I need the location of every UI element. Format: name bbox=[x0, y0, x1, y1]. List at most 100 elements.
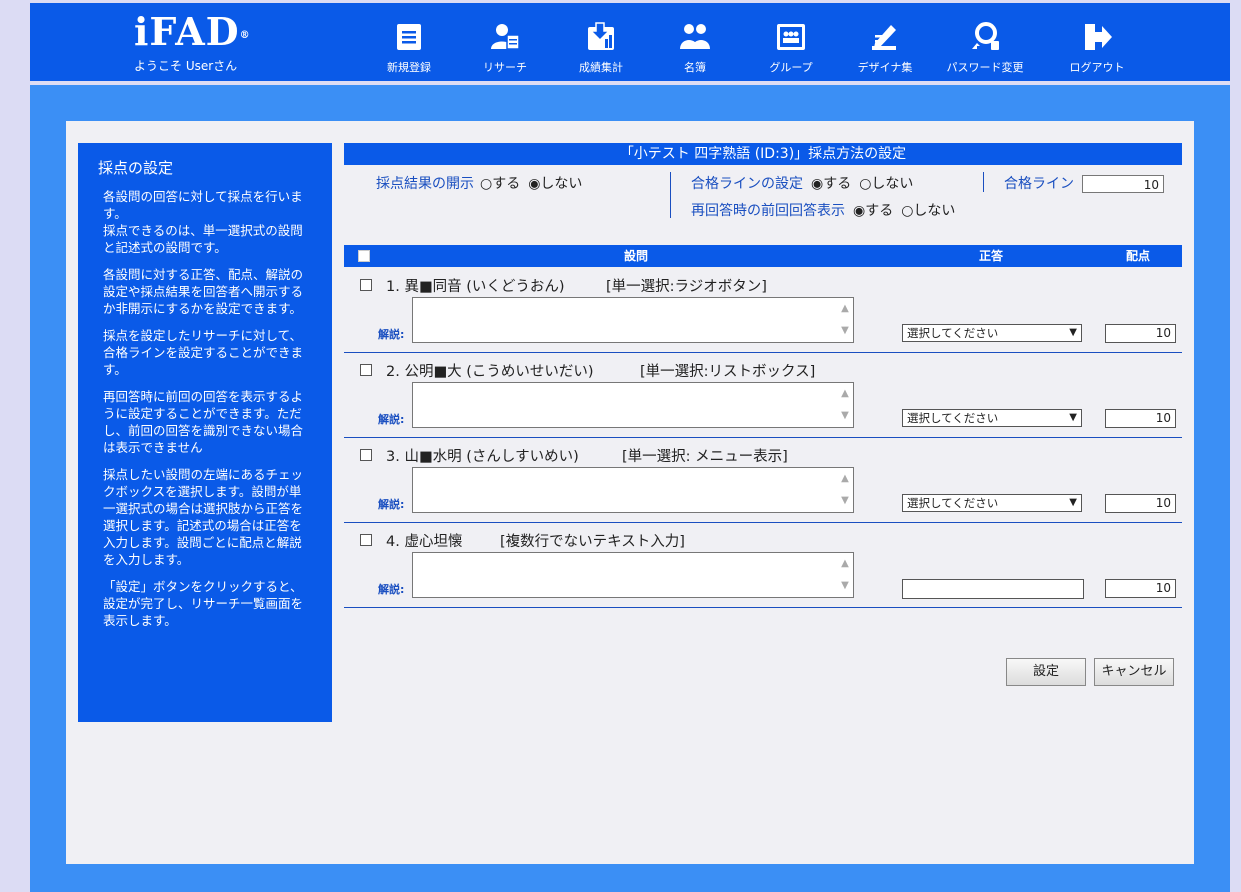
explanation-textarea[interactable]: ▲ ▼ bbox=[412, 297, 854, 343]
scrollbar[interactable]: ▲ ▼ bbox=[837, 298, 853, 342]
chevron-down-icon: ▼ bbox=[1069, 327, 1077, 338]
help-sidebar: 採点の設定 各設問の回答に対して採点を行います。 採点できるのは、単一選択式の設問… bbox=[78, 143, 332, 722]
question-table-header: 設問 正答 配点 bbox=[344, 245, 1182, 267]
nav-label: デザイナ集 bbox=[857, 61, 913, 74]
help-paragraph: 再回答時に前回の回答を表示するように設定することができます。ただし、前回の回答を… bbox=[103, 389, 304, 455]
select-all-checkbox[interactable] bbox=[358, 250, 370, 262]
nav-designer-collection[interactable]: デザイナ集 bbox=[840, 21, 930, 75]
explanation-label: 解説: bbox=[378, 583, 405, 596]
explanation-label: 解説: bbox=[378, 498, 405, 511]
disclose-yes-radio[interactable]: ○する bbox=[480, 176, 520, 192]
answer-select[interactable]: 選択してください ▼ bbox=[902, 409, 1082, 427]
nav-label: 成績集計 bbox=[579, 61, 623, 74]
nav-label: 新規登録 bbox=[387, 61, 431, 74]
cancel-button[interactable]: キャンセル bbox=[1094, 658, 1174, 686]
answer-select-value: 選択してください bbox=[907, 326, 999, 340]
passline-option: 合格ライン bbox=[1004, 173, 1074, 193]
answer-select-value: 選択してください bbox=[907, 411, 999, 425]
question-type: [単一選択: メニュー表示] bbox=[622, 449, 788, 465]
document-icon bbox=[397, 24, 421, 50]
help-paragraph: 各設問に対する正答、配点、解説の設定や採点結果を回答者へ開示するか非開示にするか… bbox=[103, 267, 304, 316]
question-row: 1. 異■同音 (いくどうおん) [単一選択:ラジオボタン] 解説: ▲ ▼ 選択… bbox=[344, 268, 1182, 353]
nav-logout[interactable]: ログアウト bbox=[1052, 21, 1142, 75]
passline-input[interactable]: 10 bbox=[1082, 175, 1164, 193]
settings-title: 「小テスト 四字熟語 (ID:3)」採点方法の設定 bbox=[344, 143, 1182, 165]
scrollbar[interactable]: ▲ ▼ bbox=[837, 468, 853, 512]
previous-yes-radio[interactable]: ◉する bbox=[853, 203, 893, 219]
disclose-option: 採点結果の開示 ○する ◉しない bbox=[376, 173, 582, 193]
divider bbox=[670, 172, 671, 218]
nav-label: ログアウト bbox=[1069, 61, 1125, 74]
score-input[interactable]: 10 bbox=[1105, 494, 1176, 513]
question-title: 3. 山■水明 (さんしすいめい) bbox=[386, 449, 579, 465]
explanation-label: 解説: bbox=[378, 413, 405, 426]
logo-text: iFAD bbox=[134, 9, 240, 54]
previous-answer-label: 再回答時の前回回答表示 bbox=[691, 203, 845, 219]
header-question: 設問 bbox=[624, 249, 649, 263]
question-checkbox[interactable] bbox=[360, 534, 372, 546]
question-type: [単一選択:ラジオボタン] bbox=[606, 279, 767, 295]
explanation-textarea[interactable]: ▲ ▼ bbox=[412, 467, 854, 513]
nav-group[interactable]: グループ bbox=[746, 21, 836, 75]
download-chart-icon bbox=[588, 22, 614, 50]
score-input[interactable]: 10 bbox=[1105, 579, 1176, 598]
answer-select[interactable]: 選択してください ▼ bbox=[902, 324, 1082, 342]
explanation-textarea[interactable]: ▲ ▼ bbox=[412, 552, 854, 598]
nav-password-change[interactable]: パスワード変更 bbox=[940, 21, 1030, 75]
nav-new-registration[interactable]: 新規登録 bbox=[364, 21, 454, 75]
question-type: [単一選択:リストボックス] bbox=[640, 364, 816, 380]
nav-label: グループ bbox=[769, 61, 813, 74]
question-row: 3. 山■水明 (さんしすいめい) [単一選択: メニュー表示] 解説: ▲ ▼ … bbox=[344, 438, 1182, 523]
answer-select[interactable]: 選択してください ▼ bbox=[902, 494, 1082, 512]
passline-setting-yes-radio[interactable]: ◉する bbox=[811, 176, 851, 192]
score-input[interactable]: 10 bbox=[1105, 409, 1176, 428]
divider bbox=[983, 172, 984, 192]
question-title: 4. 虚心坦懐 bbox=[386, 534, 463, 550]
passline-setting-option: 合格ラインの設定 ◉する ○しない bbox=[691, 173, 913, 193]
question-row: 4. 虚心坦懐 [複数行でないテキスト入力] 解説: ▲ ▼ 10 bbox=[344, 523, 1182, 608]
disclose-no-radio[interactable]: ◉しない bbox=[528, 176, 582, 192]
nav-label: パスワード変更 bbox=[946, 61, 1024, 74]
group-icon bbox=[777, 24, 805, 50]
score-input[interactable]: 10 bbox=[1105, 324, 1176, 343]
answer-text-input[interactable] bbox=[902, 579, 1084, 599]
question-checkbox[interactable] bbox=[360, 449, 372, 461]
registered-mark: ® bbox=[239, 30, 251, 41]
header-score: 配点 bbox=[1126, 249, 1151, 263]
nav-label: 名簿 bbox=[684, 61, 706, 74]
logout-icon bbox=[1085, 24, 1112, 50]
explanation-textarea[interactable]: ▲ ▼ bbox=[412, 382, 854, 428]
header-answer: 正答 bbox=[979, 249, 1004, 263]
help-paragraph: 「設定」ボタンをクリックすると、設定が完了し、リサーチ一覧画面を表示します。 bbox=[103, 579, 304, 628]
pen-icon bbox=[872, 25, 896, 50]
question-title: 2. 公明■大 (こうめいせいだい) bbox=[386, 364, 594, 380]
logo[interactable]: iFAD® ようこそ Userさん bbox=[134, 11, 254, 74]
submit-button[interactable]: 設定 bbox=[1006, 658, 1086, 686]
nav-grade-summary[interactable]: 成績集計 bbox=[556, 21, 646, 75]
nav-roster[interactable]: 名簿 bbox=[650, 21, 740, 75]
question-title: 1. 異■同音 (いくどうおん) bbox=[386, 279, 565, 295]
key-icon bbox=[972, 22, 999, 50]
question-row: 2. 公明■大 (こうめいせいだい) [単一選択:リストボックス] 解説: ▲ ▼… bbox=[344, 353, 1182, 438]
question-type: [複数行でないテキスト入力] bbox=[500, 534, 685, 550]
disclose-label: 採点結果の開示 bbox=[376, 176, 474, 192]
top-navigation-bar: iFAD® ようこそ Userさん 新規登録 リサーチ 成績集計 名簿 グループ… bbox=[30, 3, 1230, 81]
nav-research[interactable]: リサーチ bbox=[460, 21, 550, 75]
nav-label: リサーチ bbox=[483, 61, 527, 74]
people-icon bbox=[680, 24, 710, 49]
scrollbar[interactable]: ▲ ▼ bbox=[837, 383, 853, 427]
question-checkbox[interactable] bbox=[360, 364, 372, 376]
previous-no-radio[interactable]: ○しない bbox=[901, 203, 955, 219]
research-icon bbox=[491, 24, 520, 50]
explanation-label: 解説: bbox=[378, 328, 405, 341]
passline-setting-no-radio[interactable]: ○しない bbox=[859, 176, 913, 192]
scrollbar[interactable]: ▲ ▼ bbox=[837, 553, 853, 597]
previous-answer-option: 再回答時の前回回答表示 ◉する ○しない bbox=[691, 200, 955, 220]
help-paragraph: 採点したい設問の左端にあるチェックボックスを選択します。設問が単一選択式の場合は… bbox=[103, 467, 304, 567]
help-paragraph: 採点を設定したリサーチに対して、合格ラインを設定することができます。 bbox=[103, 328, 304, 377]
chevron-down-icon: ▼ bbox=[1069, 497, 1077, 508]
help-title: 採点の設定 bbox=[98, 159, 174, 177]
passline-label: 合格ライン bbox=[1004, 176, 1074, 192]
help-paragraph: 各設問の回答に対して採点を行います。 採点できるのは、単一選択式の設問と記述式の設… bbox=[103, 189, 303, 255]
question-checkbox[interactable] bbox=[360, 279, 372, 291]
